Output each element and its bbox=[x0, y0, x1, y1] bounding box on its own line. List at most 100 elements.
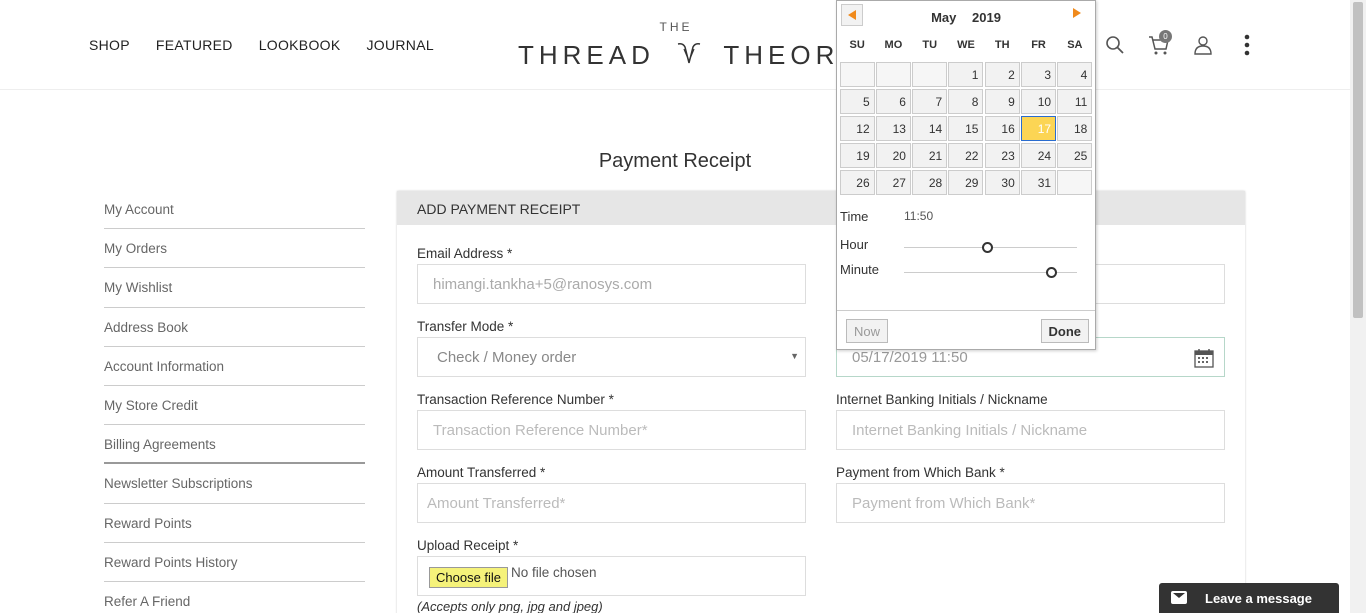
calendar-day[interactable]: 10 bbox=[1021, 89, 1057, 114]
calendar-day[interactable]: 29 bbox=[948, 170, 984, 195]
calendar-day[interactable]: 21 bbox=[912, 143, 948, 168]
weekday-header: MO bbox=[884, 39, 903, 51]
calendar-day[interactable]: 3 bbox=[1021, 62, 1057, 87]
calendar-day[interactable]: 14 bbox=[912, 116, 948, 141]
upload-field: Choose file No file chosen bbox=[417, 556, 806, 596]
calendar-week: 1234 bbox=[839, 61, 1093, 88]
hour-slider[interactable] bbox=[904, 242, 1077, 253]
calendar-day[interactable]: 1 bbox=[948, 62, 984, 87]
calendar-icon[interactable] bbox=[1194, 348, 1214, 368]
ib-nickname-field[interactable]: Internet Banking Initials / Nickname bbox=[836, 410, 1225, 450]
sidebar-item-refer-a-friend[interactable]: Refer A Friend bbox=[104, 582, 365, 613]
choose-file-button[interactable]: Choose file bbox=[429, 567, 509, 588]
calendar-day[interactable]: 16 bbox=[984, 116, 1020, 141]
minute-slider-handle[interactable] bbox=[1046, 267, 1058, 278]
email-field[interactable]: himangi.tankha+5@ranosys.com bbox=[417, 264, 806, 304]
calendar-day[interactable]: 20 bbox=[875, 143, 911, 168]
weekday-header: TH bbox=[994, 39, 1010, 51]
calendar-grid: SU MO TU WE TH FR SA 1 2 3 4 5 6 7 8 9 10 11 12 13 14 15 16 17 1… bbox=[839, 34, 1093, 196]
cart-icon[interactable]: 0 bbox=[1144, 30, 1174, 60]
minute-slider[interactable] bbox=[904, 267, 1077, 278]
txn-ref-field[interactable]: Transaction Reference Number* bbox=[417, 410, 806, 450]
payment-receipt-form: ADD PAYMENT RECEIPT Email Address * hima… bbox=[397, 191, 1245, 613]
calendar-day[interactable]: 31 bbox=[1021, 170, 1057, 195]
logo-mark-icon bbox=[677, 43, 701, 64]
leave-message-label: Leave a message bbox=[1205, 591, 1312, 606]
sidebar-item-my-orders[interactable]: My Orders bbox=[104, 229, 365, 269]
more-vertical-icon[interactable] bbox=[1232, 30, 1262, 60]
sidebar-item-address-book[interactable]: Address Book bbox=[104, 308, 365, 347]
calendar-day[interactable]: 12 bbox=[839, 116, 875, 141]
site-logo[interactable]: THE THREAD THEORY bbox=[518, 20, 856, 72]
transfer-mode-select[interactable]: Check / Money order ▼ bbox=[417, 337, 806, 377]
calendar-day[interactable]: 11 bbox=[1057, 89, 1093, 114]
nav-lookbook[interactable]: LOOKBOOK bbox=[259, 37, 341, 53]
next-month-button[interactable] bbox=[1073, 8, 1081, 18]
calendar-day[interactable]: 27 bbox=[875, 170, 911, 195]
search-icon[interactable] bbox=[1100, 30, 1130, 60]
calendar-empty-cell bbox=[875, 62, 911, 87]
sidebar-item-reward-points[interactable]: Reward Points bbox=[104, 504, 365, 543]
calendar-day[interactable]: 8 bbox=[948, 89, 984, 114]
done-button[interactable]: Done bbox=[1040, 319, 1089, 343]
page-title: Payment Receipt bbox=[598, 150, 752, 172]
user-icon[interactable] bbox=[1188, 30, 1218, 60]
calendar-day[interactable]: 23 bbox=[984, 143, 1020, 168]
calendar-week: 26 27 28 29 30 31 bbox=[839, 169, 1093, 196]
sidebar-item-my-wishlist[interactable]: My Wishlist bbox=[104, 268, 365, 308]
calendar-day[interactable]: 25 bbox=[1057, 143, 1093, 168]
calendar-day[interactable]: 7 bbox=[912, 89, 948, 114]
calendar-day[interactable]: 28 bbox=[912, 170, 948, 195]
calendar-day[interactable]: 30 bbox=[984, 170, 1020, 195]
nav-shop[interactable]: SHOP bbox=[89, 37, 130, 53]
calendar-day[interactable]: 18 bbox=[1057, 116, 1093, 141]
header-icons: 0 bbox=[1100, 30, 1276, 60]
calendar-day[interactable]: 6 bbox=[875, 89, 911, 114]
calendar-day[interactable]: 26 bbox=[839, 170, 875, 195]
scrollbar-thumb[interactable] bbox=[1353, 2, 1363, 318]
sidebar-item-reward-points-history[interactable]: Reward Points History bbox=[104, 543, 365, 582]
nav-journal[interactable]: JOURNAL bbox=[366, 37, 433, 53]
weekday-header: TU bbox=[922, 39, 938, 51]
calendar-week: 5 6 7 8 9 10 11 bbox=[839, 88, 1093, 115]
calendar-empty-cell bbox=[912, 62, 948, 87]
calendar-day[interactable]: 22 bbox=[948, 143, 984, 168]
calendar-empty-cell bbox=[1057, 170, 1093, 195]
calendar-day[interactable]: 4 bbox=[1057, 62, 1093, 87]
nav-featured[interactable]: FEATURED bbox=[156, 37, 233, 53]
time-label: Time bbox=[840, 209, 869, 224]
sidebar-item-billing-agreements[interactable]: Billing Agreements bbox=[104, 425, 365, 465]
logo-thread-text: THREAD bbox=[518, 40, 655, 70]
bank-field[interactable]: Payment from Which Bank* bbox=[836, 483, 1225, 523]
datepicker-popup: May 2019 SU MO TU WE TH FR SA 1 2 3 4 5 6 7 8 9 10 11 12 13… bbox=[836, 0, 1096, 350]
datepicker-title: May 2019 bbox=[837, 10, 1095, 25]
envelope-icon bbox=[1171, 591, 1187, 604]
calendar-week: 19 20 21 22 23 24 25 bbox=[839, 142, 1093, 169]
calendar-day[interactable]: 17 bbox=[1021, 116, 1057, 141]
sidebar-item-store-credit[interactable]: My Store Credit bbox=[104, 386, 365, 426]
calendar-day[interactable]: 15 bbox=[948, 116, 984, 141]
calendar-day[interactable]: 13 bbox=[875, 116, 911, 141]
now-button[interactable]: Now bbox=[846, 319, 889, 343]
logo-the-text: THE bbox=[659, 20, 693, 34]
calendar-day[interactable]: 5 bbox=[839, 89, 875, 114]
datepicker-month: May bbox=[931, 10, 957, 25]
amount-label: Amount Transferred * bbox=[417, 465, 546, 480]
main-nav: SHOP FEATURED LOOKBOOK JOURNAL bbox=[89, 37, 460, 53]
calendar-day[interactable]: 19 bbox=[839, 143, 875, 168]
amount-field[interactable]: Amount Transferred* bbox=[417, 483, 806, 523]
sidebar-item-newsletter[interactable]: Newsletter Subscriptions bbox=[104, 464, 365, 504]
calendar-day[interactable]: 2 bbox=[984, 62, 1020, 87]
calendar-day[interactable]: 9 bbox=[984, 89, 1020, 114]
weekday-header: WE bbox=[957, 39, 975, 51]
sidebar-item-account-information[interactable]: Account Information bbox=[104, 347, 365, 386]
hour-slider-handle[interactable] bbox=[982, 242, 994, 253]
datepicker-year: 2019 bbox=[972, 10, 1001, 25]
calendar-day[interactable]: 24 bbox=[1021, 143, 1057, 168]
sidebar-item-my-account[interactable]: My Account bbox=[104, 190, 365, 230]
calendar-empty-cell bbox=[839, 62, 875, 87]
leave-message-widget[interactable]: Leave a message bbox=[1159, 583, 1339, 613]
page-scrollbar[interactable] bbox=[1350, 0, 1366, 613]
bank-label: Payment from Which Bank * bbox=[836, 465, 1005, 480]
dropdown-caret-icon: ▼ bbox=[790, 351, 799, 361]
